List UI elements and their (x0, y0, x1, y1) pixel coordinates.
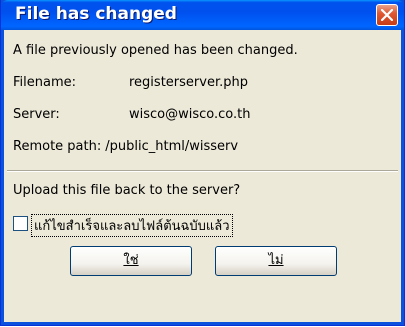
yes-button-label: ใช่ (123, 253, 139, 268)
close-button[interactable] (376, 4, 398, 26)
server-row: Server: wisco@wisco.co.th (13, 107, 250, 122)
file-changed-dialog: File has changed A file previously opene… (0, 0, 405, 326)
filename-label: Filename: (13, 75, 77, 90)
no-button[interactable]: ไม่ (215, 246, 337, 276)
delete-original-checkbox[interactable] (13, 216, 28, 231)
divider (7, 170, 398, 172)
remote-path-label: Remote path: (13, 139, 102, 154)
filename-row: Filename: registerserver.php (13, 75, 248, 90)
delete-original-checkbox-label[interactable]: แก้ไขสำเร็จและลบไฟล์ต้นฉบับแล้ว (31, 214, 233, 237)
title-bar[interactable]: File has changed (1, 0, 404, 30)
server-label: Server: (13, 107, 60, 122)
yes-button[interactable]: ใช่ (70, 246, 192, 276)
remote-path-value: /public_html/wisserv (105, 139, 239, 154)
change-message: A file previously opened has been change… (13, 43, 298, 58)
dialog-title: File has changed (15, 4, 177, 24)
remote-path-row: Remote path:/public_html/wisserv (13, 139, 238, 154)
server-value: wisco@wisco.co.th (129, 107, 251, 122)
filename-value: registerserver.php (129, 75, 248, 90)
dialog-body: A file previously opened has been change… (4, 30, 401, 322)
close-icon (381, 9, 393, 21)
upload-question: Upload this file back to the server? (13, 183, 241, 198)
no-button-label: ไม่ (268, 253, 284, 268)
